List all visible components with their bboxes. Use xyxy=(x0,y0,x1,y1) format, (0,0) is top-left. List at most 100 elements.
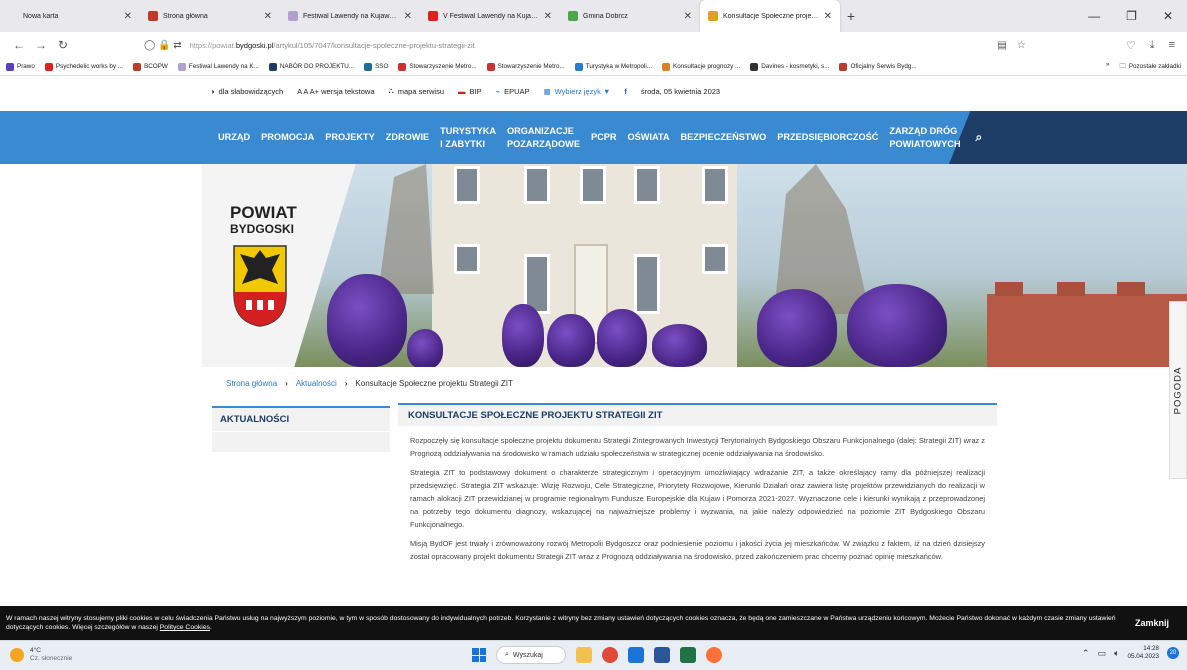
language-select[interactable]: ▦ Wybierz język ▼ xyxy=(544,87,611,96)
bookmark-item[interactable]: Davines - kosmetyki, s... xyxy=(750,62,829,71)
file-explorer-icon[interactable] xyxy=(576,647,592,663)
nav-item-zarzad-drog[interactable]: ZARZĄD DRÓG POWIATOWYCH xyxy=(889,125,960,151)
close-tab-icon[interactable]: ✕ xyxy=(684,11,692,22)
minimize-icon[interactable]: — xyxy=(1088,9,1100,23)
window-shape xyxy=(454,244,480,274)
tab-label: Gmina Dobrcz xyxy=(583,12,628,20)
text-version-link[interactable]: A A A+ wersja tekstowa xyxy=(297,87,374,96)
breadcrumb-home[interactable]: Strona główna xyxy=(226,379,277,388)
bookmarks-more-button[interactable]: » xyxy=(1106,61,1110,72)
contrast-toggle[interactable]: ◑ dla słabowidzących xyxy=(210,87,283,96)
nav-dark-segment xyxy=(949,111,1187,164)
epuap-link[interactable]: ⌁ EPUAP xyxy=(496,87,530,96)
close-tab-icon[interactable]: ✕ xyxy=(544,11,552,22)
close-tab-icon[interactable]: ✕ xyxy=(404,11,412,22)
outlook-icon[interactable] xyxy=(628,647,644,663)
browser-tab[interactable]: Strona główna ✕ xyxy=(140,0,280,32)
bookmark-item[interactable]: BCOPW xyxy=(133,62,168,71)
close-tab-icon[interactable]: ✕ xyxy=(264,11,272,22)
nav-item-projekty[interactable]: PROJEKTY xyxy=(325,131,375,144)
system-tray: ⌃ ▭ 🔈︎ 14:28 05.04.2023 20 xyxy=(1082,645,1179,661)
nav-item-urzad[interactable]: URZĄD xyxy=(218,131,250,144)
browser-tab[interactable]: Gmina Dobrcz ✕ xyxy=(560,0,700,32)
bookmark-item[interactable]: Psychedelic works by ... xyxy=(44,62,123,71)
volume-icon[interactable]: 🔈︎ xyxy=(1114,648,1119,659)
menu-icon[interactable]: ≡ xyxy=(1169,39,1175,52)
forward-icon[interactable]: → xyxy=(30,38,52,52)
nav-item-bezpieczenstwo[interactable]: BEZPIECZEŃSTWO xyxy=(681,131,767,144)
word-icon[interactable] xyxy=(654,647,670,663)
sitemap-link[interactable]: ⛬ mapa serwisu xyxy=(389,86,445,96)
nav-item-promocja[interactable]: PROMOCJA xyxy=(261,131,314,144)
cookie-text: W ramach naszej witryny stosujemy pliki … xyxy=(6,615,1116,631)
nav-item-oswiata[interactable]: OŚWIATA xyxy=(628,131,670,144)
close-window-icon[interactable]: ✕ xyxy=(1163,9,1173,23)
bookmark-item[interactable]: Festiwal Lawendy na K... xyxy=(177,62,259,71)
bookmark-item[interactable]: Stowarzyszenie Metro... xyxy=(398,62,477,71)
pocket-icon[interactable]: ♡ xyxy=(1126,39,1136,52)
network-icon[interactable]: ▭ xyxy=(1098,648,1107,659)
nav-item-organizacje[interactable]: ORGANIZACJE POZARZĄDOWE xyxy=(507,125,580,151)
windows-start-icon[interactable] xyxy=(472,648,486,662)
search-icon[interactable]: ⌕ xyxy=(975,131,982,144)
clock[interactable]: 14:28 05.04.2023 xyxy=(1127,645,1159,661)
nav-item-pcpr[interactable]: PCPR xyxy=(591,131,617,144)
bookmark-favicon-icon xyxy=(662,62,671,71)
url-bar[interactable]: ◯ 🔒 ⇄ https://powiat. bydgoski.pl/artykul… xyxy=(144,40,997,51)
favicon-icon xyxy=(708,11,718,21)
breadcrumb-section[interactable]: Aktualności xyxy=(296,379,337,388)
bookmark-item[interactable]: Prawo xyxy=(6,62,35,71)
cookie-close-button[interactable]: Zamknij xyxy=(1135,618,1181,628)
nav-item-przedsiebiorczosc[interactable]: PRZEDSIĘBIORCZOŚĆ xyxy=(777,131,878,144)
bookmark-favicon-icon xyxy=(839,62,848,71)
chevron-up-icon[interactable]: ⌃ xyxy=(1082,648,1090,659)
firefox-icon[interactable] xyxy=(706,647,722,663)
nav-item-turystyka[interactable]: TURYSTYKA I ZABYTKI xyxy=(440,125,496,151)
new-tab-button[interactable]: + xyxy=(840,0,862,32)
reader-view-icon[interactable]: ▤ xyxy=(997,40,1006,51)
sidebar: AKTUALNOŚCI xyxy=(212,406,390,452)
browser-tab[interactable]: Festiwal Lawendy na Kujawach ✕ xyxy=(280,0,420,32)
weather-tab-label: POGODA xyxy=(1172,366,1184,414)
breadcrumb-current: Konsultacje Społeczne projektu Strategii… xyxy=(355,379,513,388)
download-icon[interactable]: ⤓ xyxy=(1150,39,1155,52)
taskbar-search[interactable]: ⌕ Wyszukaj xyxy=(496,646,566,664)
sidebar-title[interactable]: AKTUALNOŚCI xyxy=(212,406,390,431)
reload-icon[interactable]: ↻ xyxy=(52,38,74,52)
other-bookmarks-folder[interactable]: 🗀 Pozostałe zakładki xyxy=(1120,61,1181,72)
bookmark-item[interactable]: NABÓR DO PROJEKTU... xyxy=(268,62,354,71)
back-icon[interactable]: ← xyxy=(8,38,30,52)
excel-icon[interactable] xyxy=(680,647,696,663)
logo-line1: POWIAT xyxy=(230,203,297,222)
bookmark-star-icon[interactable]: ☆ xyxy=(1017,40,1026,51)
bookmark-favicon-icon xyxy=(44,62,53,71)
site-logo[interactable]: POWIAT BYDGOSKI xyxy=(230,203,297,237)
tulip-shape xyxy=(847,284,947,367)
window-shape xyxy=(524,166,550,204)
bookmark-item[interactable]: SSO xyxy=(364,62,388,71)
maximize-icon[interactable]: ❐ xyxy=(1126,9,1137,23)
bookmark-item[interactable]: Konsultacje prognozy ... xyxy=(662,62,741,71)
chevron-right-icon: › xyxy=(344,379,348,388)
weather-side-tab[interactable]: POGODA xyxy=(1169,301,1187,479)
cookie-policy-link[interactable]: Polityce Cookies xyxy=(160,624,210,631)
notification-badge[interactable]: 20 xyxy=(1167,647,1179,659)
bookmark-favicon-icon xyxy=(574,62,583,71)
browser-tab[interactable]: V Festiwal Lawendy na Kujawa ✕ xyxy=(420,0,560,32)
bookmark-label: Konsultacje prognozy ... xyxy=(673,63,741,70)
browser-tab[interactable]: Nowa karta ✕ xyxy=(0,0,140,32)
bookmark-favicon-icon xyxy=(6,62,14,71)
weather-widget[interactable]: 4°C Cz. słonecznie xyxy=(10,647,72,663)
close-tab-icon[interactable]: ✕ xyxy=(124,11,132,22)
folder-icon: 🗀 xyxy=(1119,63,1126,70)
facebook-link[interactable]: f xyxy=(624,87,627,96)
bip-link[interactable]: ▬ BIP xyxy=(458,87,482,96)
chrome-icon[interactable] xyxy=(602,647,618,663)
bookmark-item[interactable]: Oficjalny Serwis Bydg... xyxy=(839,62,917,71)
close-tab-icon[interactable]: ✕ xyxy=(824,11,832,22)
nav-item-zdrowie[interactable]: ZDROWIE xyxy=(386,131,429,144)
bookmark-item[interactable]: Turystyka w Metropoli... xyxy=(574,62,652,71)
bookmark-item[interactable]: Stowarzyszenie Metro... xyxy=(486,62,565,71)
browser-tab-active[interactable]: Konsultacje Społeczne projektu ✕ xyxy=(700,0,840,32)
weather-temp: 4°C xyxy=(30,647,41,654)
